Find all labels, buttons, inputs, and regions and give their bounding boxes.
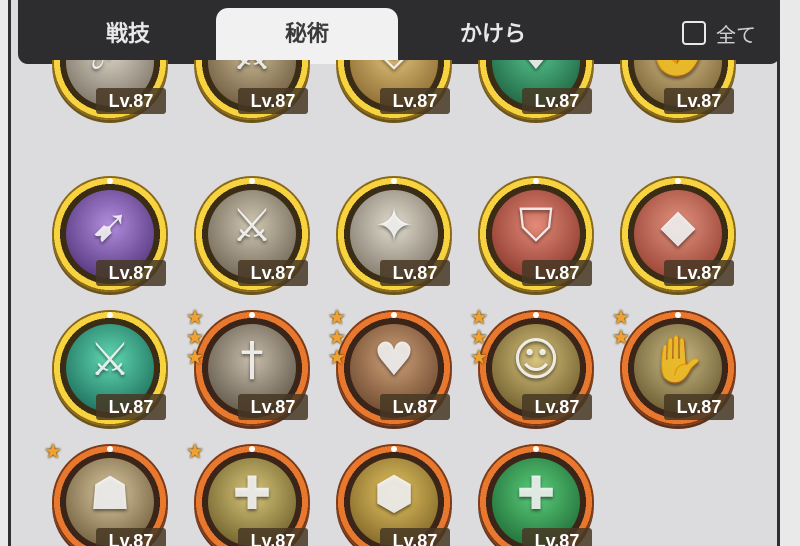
skill-slot[interactable]: † Lv.87 ★ ★ ★ bbox=[186, 307, 310, 426]
skill-glyph: ⚔ bbox=[231, 198, 273, 252]
skill-level: Lv.87 bbox=[664, 88, 734, 114]
skill-level: Lv.87 bbox=[238, 528, 308, 546]
frame-pip bbox=[107, 446, 113, 452]
tab-bar: 戦技 秘術 かけら 全て bbox=[18, 0, 780, 64]
rank-stars: ★★★ bbox=[186, 307, 208, 369]
skill-slot[interactable]: ✊ Lv.87 bbox=[620, 60, 736, 120]
skill-level: Lv.87 bbox=[96, 394, 166, 420]
frame-pip bbox=[675, 312, 681, 318]
skill-glyph: ➹ bbox=[90, 198, 130, 252]
star-icon: ★ bbox=[612, 325, 630, 349]
skill-glyph: ✋ bbox=[649, 332, 707, 386]
tab-sengi[interactable]: 戦技 bbox=[38, 8, 218, 64]
frame-pip bbox=[391, 446, 397, 452]
skill-slot[interactable]: ☺ Lv.87 ★ ★ ★ bbox=[470, 307, 594, 426]
skill-glyph: ✦ bbox=[374, 198, 414, 252]
skill-glyph: ✊ bbox=[634, 60, 722, 81]
skill-level: Lv.87 bbox=[522, 88, 592, 114]
skill-level: Lv.87 bbox=[522, 260, 592, 286]
frame-pip bbox=[249, 446, 255, 452]
frame-pip bbox=[107, 312, 113, 318]
skill-glyph: ⬢ bbox=[373, 466, 415, 520]
frame-pip bbox=[391, 312, 397, 318]
tab-hijutsu[interactable]: 秘術 bbox=[216, 8, 398, 64]
skill-slot[interactable]: ☄ Lv.87 ★★★ bbox=[44, 60, 168, 120]
skill-level: Lv.87 bbox=[238, 88, 308, 114]
skill-level: Lv.87 bbox=[380, 394, 450, 420]
frame-pip bbox=[533, 446, 539, 452]
skill-level: Lv.87 bbox=[96, 528, 166, 546]
skill-level: Lv.87 bbox=[664, 394, 734, 420]
skill-level: Lv.87 bbox=[522, 394, 592, 420]
skill-slot[interactable]: ♥ Lv.87 bbox=[478, 60, 594, 120]
skill-slot[interactable]: ✚ Lv.87 bbox=[478, 444, 594, 546]
skill-level: Lv.87 bbox=[380, 88, 450, 114]
skill-slot[interactable]: ✦ Lv.87 bbox=[336, 176, 452, 292]
skill-glyph: ◆ bbox=[660, 198, 696, 252]
select-all-toggle[interactable]: 全て bbox=[682, 18, 756, 48]
star-icon: ★ bbox=[328, 345, 346, 369]
skill-level: Lv.87 bbox=[522, 528, 592, 546]
skill-level: Lv.87 bbox=[380, 528, 450, 546]
select-all-label: 全て bbox=[716, 22, 756, 47]
frame-pip bbox=[533, 312, 539, 318]
star-icon: ★ bbox=[44, 60, 64, 62]
skill-slot[interactable]: ⬢ Lv.87 bbox=[336, 444, 452, 546]
skill-level: Lv.87 bbox=[96, 260, 166, 286]
skill-glyph: ⚔ bbox=[208, 60, 296, 80]
skill-grid: ☄Lv.87★★★⚔Lv.87★⛨Lv.87♥Lv.87✊Lv.87➹Lv.87… bbox=[36, 60, 766, 546]
skill-level: Lv.87 bbox=[238, 394, 308, 420]
skill-slot[interactable]: ◆ Lv.87 bbox=[620, 176, 736, 292]
select-all-checkbox[interactable] bbox=[682, 21, 706, 45]
frame-pip bbox=[675, 178, 681, 184]
rank-stars: ★★★ bbox=[44, 60, 66, 62]
frame-pip bbox=[533, 178, 539, 184]
skill-glyph: ⚔ bbox=[89, 332, 131, 386]
skill-slot[interactable]: ✚ Lv.87 ★ bbox=[186, 441, 310, 546]
skill-slot[interactable]: ☗ Lv.87 ★ bbox=[44, 441, 168, 546]
skill-slot[interactable]: ⛉ Lv.87 bbox=[478, 176, 594, 292]
star-icon: ★ bbox=[470, 345, 488, 369]
rank-stars: ★★★ bbox=[470, 307, 492, 369]
tab-kakera[interactable]: かけら bbox=[398, 8, 588, 64]
frame-pip bbox=[391, 178, 397, 184]
star-icon: ★ bbox=[44, 439, 62, 463]
skill-glyph: ✚ bbox=[232, 466, 272, 520]
skill-glyph: ♥ bbox=[492, 60, 580, 80]
skill-glyph: ⛨ bbox=[350, 60, 438, 82]
star-icon: ★ bbox=[186, 439, 204, 463]
frame-pip bbox=[249, 178, 255, 184]
skill-slot[interactable]: ⚔ Lv.87 bbox=[52, 310, 168, 426]
skill-glyph: ✚ bbox=[516, 466, 556, 520]
skill-glyph: ☄ bbox=[66, 60, 154, 80]
skill-glyph: ⛉ bbox=[518, 198, 554, 252]
skill-slot[interactable]: ➹ Lv.87 bbox=[52, 176, 168, 292]
frame-pip bbox=[249, 312, 255, 318]
skill-slot[interactable]: ⛨ Lv.87 bbox=[336, 60, 452, 120]
rank-stars: ★★★ bbox=[328, 307, 350, 369]
rank-stars: ★ bbox=[186, 439, 208, 463]
skill-glyph: ♥ bbox=[373, 332, 415, 386]
skill-glyph: ☗ bbox=[89, 466, 131, 520]
skill-level: Lv.87 bbox=[96, 88, 166, 114]
skill-level: Lv.87 bbox=[238, 260, 308, 286]
skill-level: Lv.87 bbox=[380, 260, 450, 286]
skill-slot[interactable]: ⚔Lv.87★ bbox=[194, 60, 310, 120]
skill-glyph: ☺ bbox=[512, 332, 560, 386]
skill-glyph: † bbox=[240, 332, 264, 386]
skill-level: Lv.87 bbox=[664, 260, 734, 286]
frame-pip bbox=[107, 178, 113, 184]
skill-slot[interactable]: ⚔ Lv.87 bbox=[194, 176, 310, 292]
star-icon: ★ bbox=[186, 345, 204, 369]
rank-stars: ★ ★ bbox=[612, 307, 634, 349]
skill-slot[interactable]: ✋ Lv.87 ★ ★ bbox=[612, 307, 736, 426]
rank-stars: ★ bbox=[44, 439, 66, 463]
skill-slot[interactable]: ♥ Lv.87 ★ ★ ★ bbox=[328, 307, 452, 426]
